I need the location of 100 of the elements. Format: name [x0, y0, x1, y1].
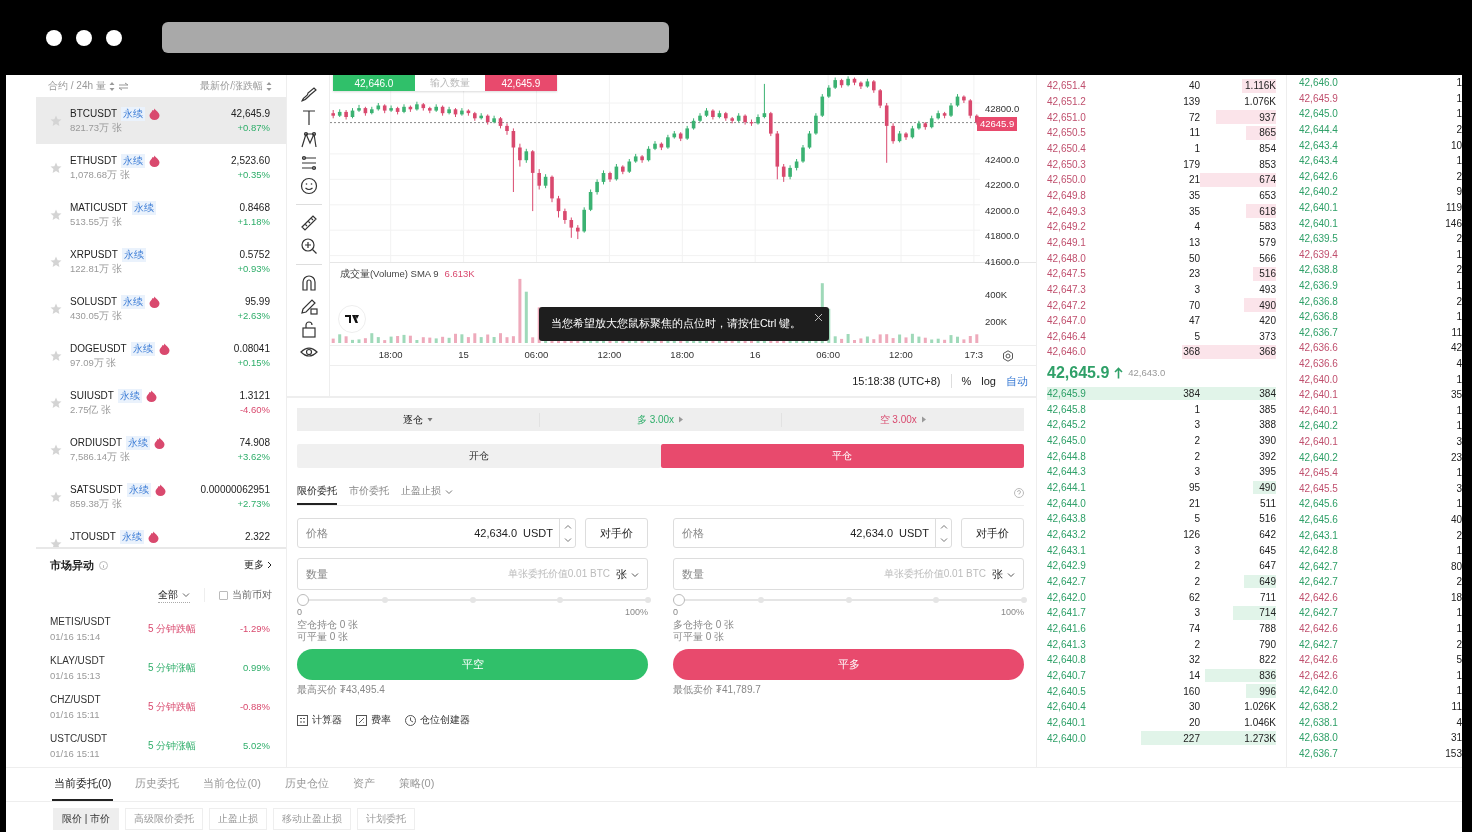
book-price[interactable]: 42,648.0 — [1047, 252, 1125, 264]
book-price[interactable]: 42,651.2 — [1047, 96, 1125, 107]
margin-mode-dropdown[interactable]: 逐仓 — [297, 412, 540, 427]
filter-dropdown[interactable]: 全部 — [158, 587, 190, 603]
book-price[interactable]: 42,649.8 — [1047, 189, 1125, 201]
star-icon[interactable] — [50, 491, 62, 503]
slider[interactable] — [673, 594, 1024, 606]
order-book-row[interactable]: 42,649.3 35 618 — [1047, 203, 1276, 219]
magnet-icon[interactable] — [300, 274, 319, 292]
book-price[interactable]: 42,649.1 — [1047, 236, 1125, 248]
position-tab[interactable]: 平仓 — [660, 444, 1024, 468]
percent-icon[interactable] — [356, 714, 367, 726]
book-price[interactable]: 42,640.0 — [1047, 732, 1125, 744]
chevron-down-icon[interactable] — [631, 570, 639, 578]
sort-icon[interactable] — [108, 80, 115, 92]
order-book-row[interactable]: 42,646.0 368 368 — [1047, 344, 1276, 360]
order-filter-tab[interactable]: 限价 | 市价 — [53, 808, 120, 830]
checkbox[interactable] — [219, 590, 228, 600]
market-row[interactable]: DOGEUSDT 永续 97.09万 张 0.08041 +0.15% — [36, 332, 286, 379]
leverage-button[interactable]: 空 3.00x — [782, 412, 1024, 427]
close-icon[interactable] — [813, 313, 823, 322]
book-price[interactable]: 42,645.0 — [1047, 435, 1125, 447]
slider[interactable] — [297, 594, 648, 606]
window-control[interactable] — [106, 29, 122, 46]
brush-icon[interactable] — [300, 85, 319, 103]
order-book-row[interactable]: 42,645.8 1 385 — [1047, 401, 1276, 418]
tool-link[interactable]: 费率 — [371, 713, 391, 727]
order-book-row[interactable]: 42,640.0 227 1.273K — [1047, 730, 1276, 746]
percent-toggle[interactable]: % — [961, 375, 972, 387]
book-price[interactable]: 42,649.3 — [1047, 205, 1125, 217]
order-book-row[interactable]: 42,645.2 3 388 — [1047, 417, 1276, 433]
book-price[interactable]: 42,647.2 — [1047, 299, 1125, 311]
market-row[interactable]: MATICUSDT 永续 513.55万 张 0.8468 +1.18% — [36, 191, 286, 238]
pencil-lock-icon[interactable] — [300, 297, 319, 315]
book-price[interactable]: 42,647.0 — [1047, 315, 1125, 327]
book-price[interactable]: 42,649.2 — [1047, 221, 1125, 233]
order-book-row[interactable]: 42,646.4 5 373 — [1047, 328, 1276, 345]
settings-icon[interactable] — [1001, 350, 1014, 362]
chevron-down-icon[interactable] — [563, 537, 572, 543]
order-book-row[interactable]: 42,651.4 40 1.116K — [1047, 78, 1276, 94]
order-book-row[interactable]: 42,649.8 35 653 — [1047, 187, 1276, 204]
clock-icon[interactable] — [405, 714, 416, 726]
order-book-row[interactable]: 42,649.1 13 579 — [1047, 234, 1276, 251]
book-price[interactable]: 42,650.5 — [1047, 127, 1125, 139]
order-book-row[interactable]: 42,640.8 32 822 — [1047, 651, 1276, 668]
order-type-tab[interactable]: 止盈止损 — [401, 480, 453, 505]
market-row[interactable]: SATSUSDT 永续 859.38万 张 0.00000062951 +2.73% — [36, 473, 286, 520]
sort-icon[interactable] — [266, 80, 272, 92]
sell-price-button[interactable]: 42,645.9 — [484, 75, 557, 91]
slider-thumb[interactable] — [297, 594, 309, 606]
order-book-row[interactable]: 42,650.5 11 865 — [1047, 124, 1276, 141]
orders-tab[interactable]: 当前委托(0) — [52, 768, 114, 801]
info-icon[interactable] — [99, 560, 108, 570]
ruler-icon[interactable] — [300, 214, 319, 232]
fibonacci-icon[interactable] — [300, 154, 319, 172]
order-book-row[interactable]: 42,649.2 4 583 — [1047, 218, 1276, 235]
order-book-row[interactable]: 42,650.0 21 674 — [1047, 171, 1276, 188]
help-icon[interactable] — [1014, 487, 1024, 498]
order-book-row[interactable]: 42,642.7 2 649 — [1047, 573, 1276, 590]
swap-icon[interactable] — [117, 81, 129, 91]
book-price[interactable]: 42,645.8 — [1047, 403, 1125, 415]
book-price[interactable]: 42,640.8 — [1047, 654, 1125, 666]
tool-link[interactable]: 仓位创建器 — [420, 713, 470, 727]
star-icon[interactable] — [50, 209, 62, 221]
order-book-row[interactable]: 42,651.2 139 1.076K — [1047, 93, 1276, 110]
star-icon[interactable] — [50, 350, 62, 362]
order-book-row[interactable]: 42,651.0 72 937 — [1047, 109, 1276, 125]
order-book-row[interactable]: 42,645.0 2 390 — [1047, 432, 1276, 449]
order-book-row[interactable]: 42,643.2 126 642 — [1047, 526, 1276, 543]
order-book-row[interactable]: 42,647.3 3 493 — [1047, 281, 1276, 298]
more-link[interactable]: 更多 — [244, 558, 272, 572]
book-price[interactable]: 42,650.3 — [1047, 158, 1125, 170]
book-price[interactable]: 42,651.4 — [1047, 80, 1125, 92]
market-row[interactable]: SUIUSDT 永续 2.75亿 张 1.3121 -4.60% — [36, 379, 286, 426]
order-type-tab[interactable]: 市价委托 — [349, 480, 389, 505]
star-icon[interactable] — [50, 397, 62, 409]
log-toggle[interactable]: log — [981, 375, 996, 387]
price-field[interactable]: 价格 42,634.0 USDT — [297, 518, 576, 548]
counter-price-button[interactable]: 对手价 — [961, 518, 1024, 548]
market-row[interactable]: SOLUSDT 永续 430.05万 张 95.99 +2.63% — [36, 285, 286, 332]
calculator-icon[interactable] — [297, 714, 308, 726]
star-icon[interactable] — [50, 162, 62, 174]
order-book-row[interactable]: 42,650.3 179 853 — [1047, 156, 1276, 172]
zoom-in-icon[interactable] — [300, 237, 319, 255]
market-row[interactable]: BTCUSDT 永续 821.73万 张 42,645.9 +0.87% — [36, 97, 286, 144]
slider-thumb[interactable] — [673, 594, 685, 606]
tool-link[interactable]: 计算器 — [312, 713, 342, 727]
order-book-row[interactable]: 42,641.7 3 714 — [1047, 605, 1276, 621]
order-book-row[interactable]: 42,648.0 50 566 — [1047, 250, 1276, 266]
market-row[interactable]: XRPUSDT 永续 122.81万 张 0.5752 +0.93% — [36, 238, 286, 285]
star-icon[interactable] — [50, 256, 62, 268]
window-control[interactable] — [76, 29, 92, 46]
star-icon[interactable] — [50, 444, 62, 456]
pattern-icon[interactable] — [300, 131, 319, 149]
order-book-row[interactable]: 42,644.3 3 395 — [1047, 464, 1276, 480]
order-book-row[interactable]: 42,647.5 23 516 — [1047, 265, 1276, 282]
book-price[interactable]: 42,646.0 — [1047, 346, 1125, 358]
order-book-row[interactable]: 42,642.0 62 711 — [1047, 589, 1276, 605]
order-book-row[interactable]: 42,644.8 2 392 — [1047, 448, 1276, 465]
market-row[interactable]: ORDIUSDT 永续 7,586.14万 张 74.908 +3.62% — [36, 426, 286, 473]
